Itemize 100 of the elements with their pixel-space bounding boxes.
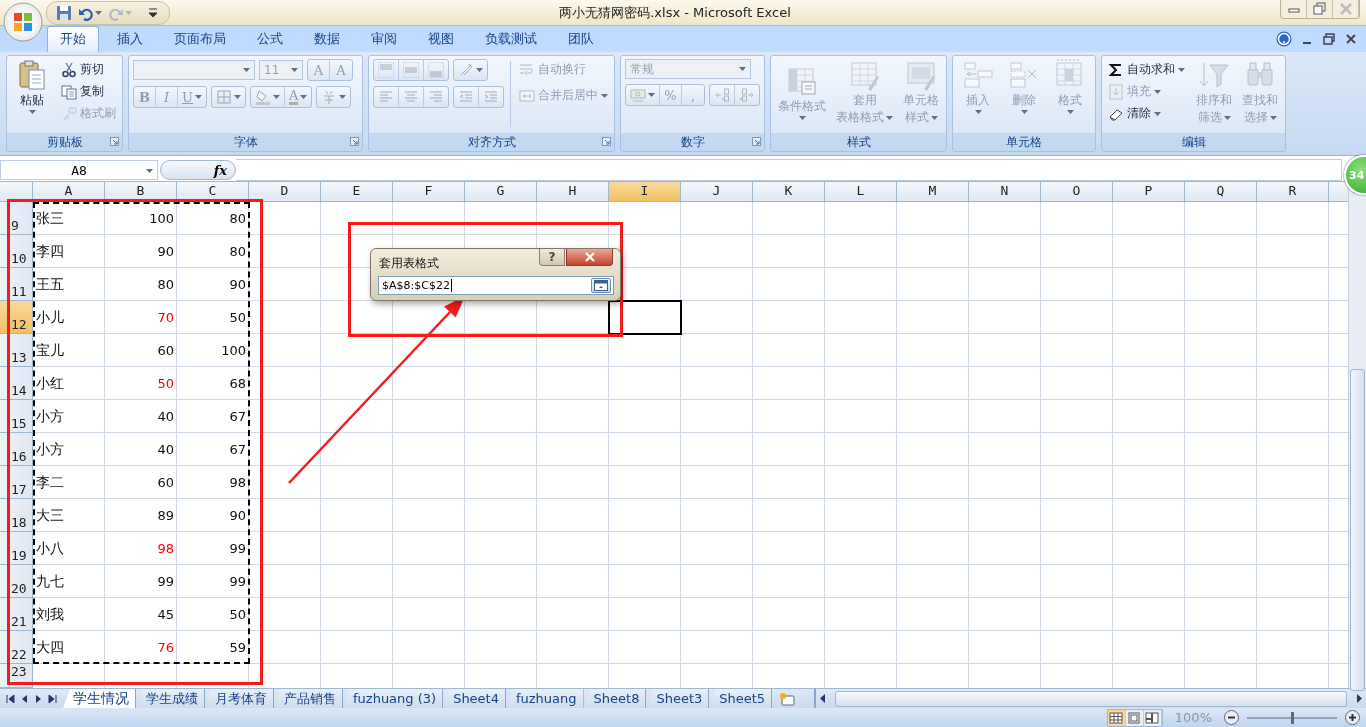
table-cell-text: 50 [228, 309, 247, 327]
column-header[interactable]: K [753, 182, 825, 202]
table-cell-text: 67 [228, 441, 247, 459]
table-cell-text: 小红 [35, 373, 65, 393]
ribbon-tab[interactable]: 团队 [555, 26, 607, 52]
ribbon-tab[interactable]: 页面布局 [161, 26, 239, 52]
table-cell-text: 50 [228, 606, 247, 624]
row-header[interactable]: 20 [0, 565, 33, 598]
dialog-launcher-icon[interactable] [602, 137, 611, 146]
caret-icon [1178, 67, 1185, 72]
restore-icon[interactable] [1322, 32, 1336, 46]
range-input[interactable]: $A$8:$C$22 [378, 276, 614, 295]
scroll-thumb[interactable] [835, 690, 1347, 707]
autosum-button[interactable]: 自动求和 [1106, 59, 1187, 80]
ribbon-tab[interactable]: 审阅 [358, 26, 410, 52]
column-header[interactable]: Q [1185, 182, 1257, 202]
ribbon-tab[interactable]: 数据 [301, 26, 353, 52]
sheet-tab[interactable]: 学生情况 [63, 689, 136, 708]
column-header[interactable]: A [33, 182, 105, 202]
page-layout-button[interactable] [1125, 709, 1144, 726]
row-header[interactable]: 22 [0, 631, 33, 664]
row-header[interactable]: 15 [0, 400, 33, 433]
save-button[interactable] [55, 4, 73, 21]
next-sheet-icon[interactable] [34, 693, 43, 704]
last-sheet-icon[interactable] [48, 693, 57, 704]
select-all-button[interactable] [0, 182, 33, 202]
row-header[interactable]: 21 [0, 598, 33, 631]
sheet-tab[interactable]: Sheet3 [646, 689, 710, 708]
column-header[interactable]: C [177, 182, 249, 202]
row-header[interactable]: 12 [0, 301, 33, 334]
ribbon-tab[interactable]: 视图 [415, 26, 467, 52]
column-header[interactable]: E [321, 182, 393, 202]
row-header[interactable]: 13 [0, 334, 33, 367]
column-header[interactable]: N [969, 182, 1041, 202]
sheet-tab[interactable]: Sheet5 [709, 689, 773, 708]
sheet-tab[interactable]: Sheet8 [583, 689, 647, 708]
cut-button[interactable]: 剪切 [59, 59, 106, 80]
caret-icon [194, 95, 202, 99]
row-header[interactable]: 10 [0, 235, 33, 268]
column-header[interactable]: O [1041, 182, 1113, 202]
table-cell-text: 刘我 [35, 604, 65, 624]
table-cell-text: 59 [228, 639, 247, 657]
help-button[interactable]: ? [539, 249, 565, 266]
row-header[interactable]: 11 [0, 268, 33, 301]
sheet-tab[interactable]: fuzhuang [506, 689, 584, 708]
ribbon-tab[interactable]: 公式 [244, 26, 296, 52]
row-header[interactable]: 17 [0, 466, 33, 499]
row-header[interactable]: 9 [0, 202, 33, 235]
slider-thumb[interactable] [1291, 711, 1294, 724]
normal-view-button[interactable] [1107, 709, 1126, 726]
clear-button[interactable]: 清除 [1106, 103, 1163, 124]
ribbon-tab[interactable]: 负载测试 [472, 26, 550, 52]
column-header[interactable]: I [609, 182, 681, 202]
column-header[interactable]: G [465, 182, 537, 202]
column-header[interactable]: M [897, 182, 969, 202]
first-sheet-icon[interactable] [6, 693, 15, 704]
row-header[interactable]: 19 [0, 532, 33, 565]
row-header[interactable]: 18 [0, 499, 33, 532]
scissors-icon [61, 61, 77, 78]
help-icon[interactable] [1276, 31, 1292, 47]
scroll-thumb[interactable] [1350, 369, 1365, 691]
insert-sheet-icon[interactable] [778, 691, 797, 706]
collapse-dialog-button[interactable] [591, 278, 611, 293]
column-header[interactable]: B [105, 182, 177, 202]
column-header[interactable]: P [1113, 182, 1185, 202]
sheet-tab[interactable]: 产品销售 [274, 689, 343, 708]
dialog-launcher-icon[interactable] [752, 137, 761, 146]
paste-button[interactable]: 粘贴 [11, 59, 53, 114]
close-icon[interactable] [1344, 32, 1358, 46]
column-header[interactable]: F [393, 182, 465, 202]
column-header[interactable]: J [681, 182, 753, 202]
table-cell-text: 小儿 [35, 307, 65, 327]
formula-input[interactable] [236, 159, 1342, 181]
copy-button[interactable]: 复制 [59, 81, 106, 102]
page-break-button[interactable] [1143, 709, 1162, 726]
row-header[interactable]: 16 [0, 433, 33, 466]
sheet-tab[interactable]: 月考体育 [205, 689, 274, 708]
table-cell-text: 100 [148, 210, 175, 228]
column-header[interactable]: L [825, 182, 897, 202]
column-header[interactable]: R [1257, 182, 1329, 202]
previous-sheet-icon[interactable] [20, 693, 29, 704]
sheet-tab[interactable]: 学生成绩 [136, 689, 205, 708]
ribbon-tab[interactable]: 插入 [104, 26, 156, 52]
row-header[interactable]: 14 [0, 367, 33, 400]
ribbon-tab[interactable]: 开始 [47, 26, 99, 52]
zoom-in-icon[interactable] [1345, 710, 1360, 725]
insert-function-button[interactable]: fx [160, 160, 236, 180]
name-box[interactable]: A8 [0, 160, 158, 180]
column-header[interactable]: D [249, 182, 321, 202]
zoom-out-icon[interactable] [1224, 710, 1239, 725]
merge-cells-icon [519, 87, 535, 104]
column-header[interactable]: H [537, 182, 609, 202]
sigma-icon [1108, 61, 1124, 78]
dialog-launcher-icon[interactable] [110, 137, 119, 146]
dialog-launcher-icon[interactable] [350, 137, 359, 146]
fill-down-icon [1108, 83, 1124, 100]
sheet-tab[interactable]: fuzhuang (3) [343, 689, 444, 708]
close-button[interactable] [566, 249, 613, 266]
sheet-tab[interactable]: Sheet4 [443, 689, 506, 708]
table-cell-text: 76 [156, 639, 175, 657]
